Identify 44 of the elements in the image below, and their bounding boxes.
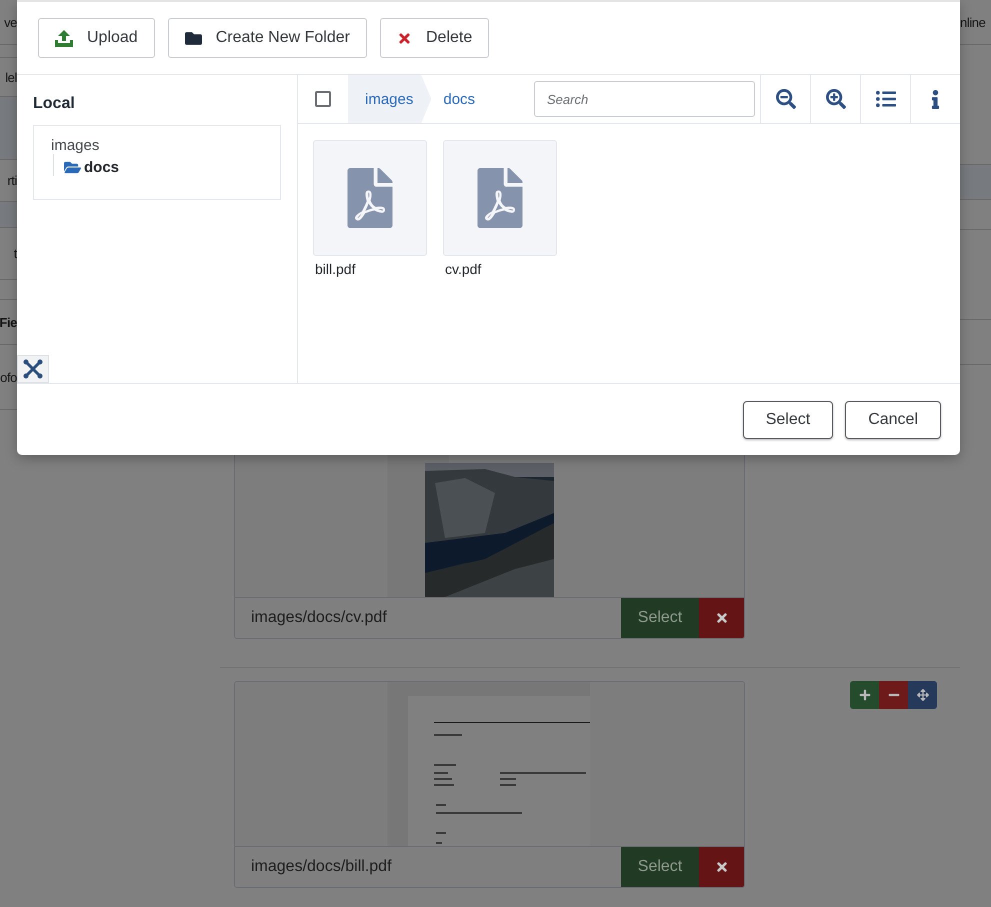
background-text: rti xyxy=(7,173,17,188)
folder-icon xyxy=(184,30,202,46)
background-text: ve xyxy=(4,14,17,30)
move-icon xyxy=(916,689,928,701)
folder-tree-item[interactable]: docs xyxy=(64,159,120,176)
upload-icon xyxy=(55,30,73,46)
folder-icon xyxy=(64,159,81,176)
background-text: lel xyxy=(5,70,17,84)
breadcrumb-link[interactable]: docs xyxy=(431,75,488,123)
select-button[interactable]: Select xyxy=(742,400,834,438)
file-name: bill.pdf xyxy=(314,261,356,277)
logo-button[interactable] xyxy=(17,355,49,383)
zoom-in-icon xyxy=(826,89,846,109)
remove-button[interactable] xyxy=(879,681,908,709)
clear-button[interactable] xyxy=(699,847,744,887)
select-button[interactable]: Select xyxy=(621,598,699,638)
background-text: ofo xyxy=(0,370,17,384)
move-button[interactable] xyxy=(908,681,937,709)
select-all-checkbox[interactable] xyxy=(315,91,331,107)
delete-button[interactable]: Delete xyxy=(380,18,490,58)
list-icon xyxy=(876,89,896,109)
upload-button[interactable]: Upload xyxy=(38,18,155,58)
file-thumbnail[interactable] xyxy=(443,140,557,256)
close-icon xyxy=(396,30,412,46)
search-field[interactable]: Search xyxy=(534,81,755,117)
file-thumbnail[interactable] xyxy=(313,140,427,256)
sidebar-title: Local xyxy=(33,95,76,113)
cancel-button[interactable]: Cancel xyxy=(845,400,941,438)
select-button[interactable]: Select xyxy=(621,847,699,887)
close-icon xyxy=(714,860,728,874)
info-button[interactable] xyxy=(910,75,960,123)
background-text: t xyxy=(14,246,17,261)
clear-button[interactable] xyxy=(699,598,744,638)
file-name: cv.pdf xyxy=(444,261,482,277)
folder-tree-item[interactable]: images xyxy=(51,137,100,154)
plus-icon xyxy=(858,689,870,701)
add-button[interactable] xyxy=(850,681,879,709)
breadcrumb-link[interactable]: images xyxy=(348,75,432,123)
logo-icon xyxy=(23,359,43,379)
zoom-out-icon xyxy=(776,89,796,109)
background-text: Fie xyxy=(0,314,17,330)
background-text: nline xyxy=(960,14,986,30)
close-icon xyxy=(714,611,728,625)
folder-button[interactable]: Create New Folder xyxy=(168,18,367,58)
